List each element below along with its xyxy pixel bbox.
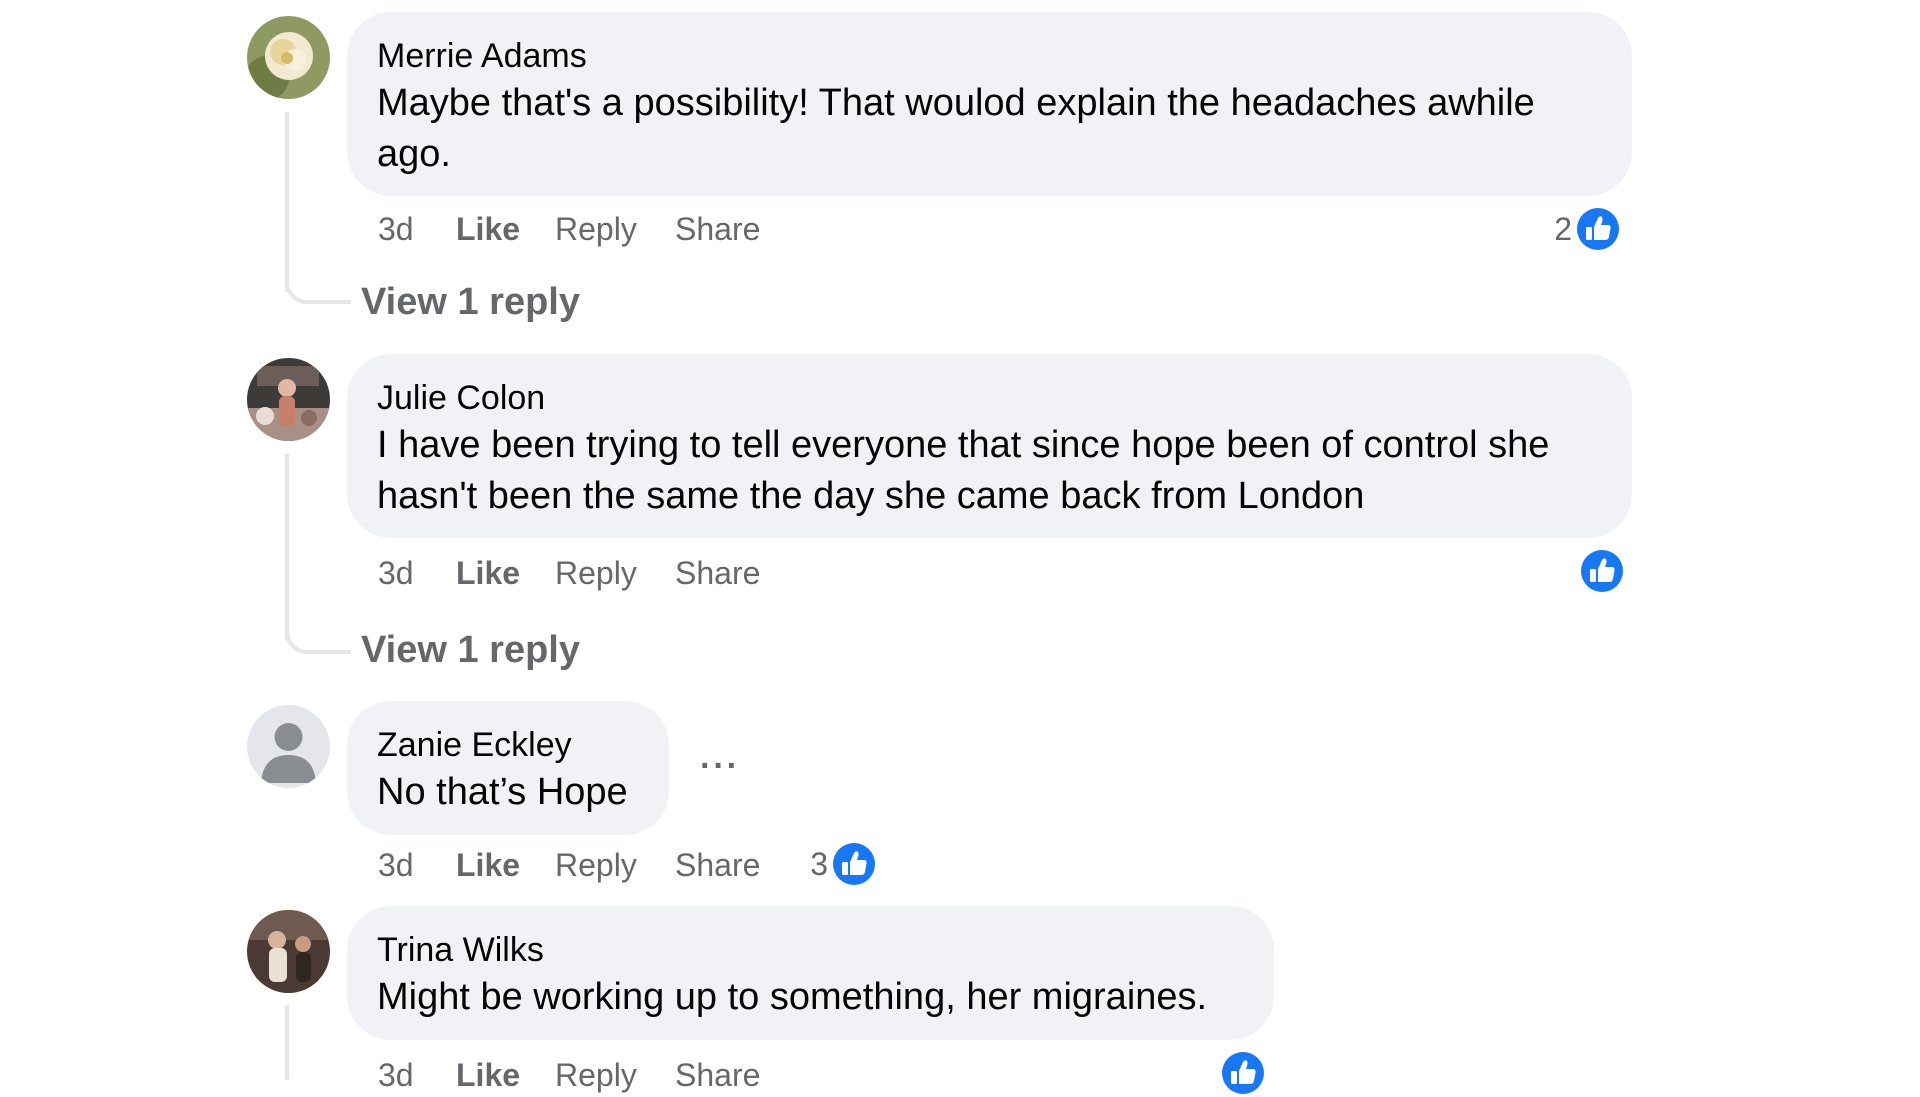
comment-timestamp[interactable]: 3d bbox=[378, 207, 414, 251]
reaction-count: 3 bbox=[810, 846, 828, 882]
comment-author[interactable]: Trina Wilks bbox=[377, 928, 1244, 972]
more-options-button[interactable]: ··· bbox=[700, 746, 740, 786]
share-button[interactable]: Share bbox=[675, 843, 760, 887]
reply-thread-line bbox=[285, 1005, 289, 1080]
reply-thread-elbow bbox=[285, 272, 351, 304]
like-icon bbox=[1579, 548, 1625, 594]
reaction-summary[interactable] bbox=[1526, 547, 1626, 595]
comment-author[interactable]: Merrie Adams bbox=[377, 34, 1602, 78]
share-button[interactable]: Share bbox=[675, 551, 760, 595]
avatar-zanie-eckley[interactable] bbox=[247, 705, 330, 788]
comment-bubble: Merrie Adams Maybe that's a possibility!… bbox=[347, 12, 1632, 196]
comment-bubble: Zanie Eckley No that’s Hope bbox=[347, 701, 669, 835]
comment-author[interactable]: Zanie Eckley bbox=[377, 723, 639, 767]
comment-timestamp[interactable]: 3d bbox=[378, 551, 414, 595]
comment-bubble: Trina Wilks Might be working up to somet… bbox=[347, 906, 1274, 1040]
reply-button[interactable]: Reply bbox=[555, 843, 637, 887]
reply-button[interactable]: Reply bbox=[555, 1053, 637, 1097]
share-button[interactable]: Share bbox=[675, 207, 760, 251]
reaction-count: 2 bbox=[1554, 211, 1572, 247]
like-button[interactable]: Like bbox=[456, 843, 520, 887]
avatar-trina-wilks[interactable] bbox=[247, 910, 330, 993]
comment-bubble: Julie Colon I have been trying to tell e… bbox=[347, 354, 1632, 538]
avatar-julie-colon[interactable] bbox=[247, 358, 330, 441]
comment-timestamp[interactable]: 3d bbox=[378, 1053, 414, 1097]
comment-actions: 3d Like Reply Share bbox=[378, 1053, 878, 1097]
comment-text: Maybe that's a possibility! That woulod … bbox=[377, 82, 1535, 175]
like-icon bbox=[1220, 1050, 1266, 1096]
comment-text: Might be working up to something, her mi… bbox=[377, 976, 1208, 1018]
like-icon bbox=[831, 841, 877, 887]
comment-author[interactable]: Julie Colon bbox=[377, 376, 1602, 420]
like-button[interactable]: Like bbox=[456, 1053, 520, 1097]
comments-panel: Merrie Adams Maybe that's a possibility!… bbox=[0, 0, 1920, 1096]
comment-actions: 3d Like Reply Share bbox=[378, 551, 878, 595]
reaction-summary[interactable]: 3 bbox=[778, 840, 878, 888]
view-replies-link[interactable]: View 1 reply bbox=[361, 278, 580, 326]
reply-thread-line bbox=[285, 454, 289, 640]
reply-button[interactable]: Reply bbox=[555, 207, 637, 251]
comment-text: I have been trying to tell everyone that… bbox=[377, 424, 1550, 517]
like-button[interactable]: Like bbox=[456, 551, 520, 595]
like-button[interactable]: Like bbox=[456, 207, 520, 251]
comment-timestamp[interactable]: 3d bbox=[378, 843, 414, 887]
reply-button[interactable]: Reply bbox=[555, 551, 637, 595]
comment-text: No that’s Hope bbox=[377, 771, 628, 813]
comment-actions: 3d Like Reply Share bbox=[378, 207, 878, 251]
reply-thread-line bbox=[285, 112, 289, 292]
like-icon bbox=[1575, 206, 1621, 252]
share-button[interactable]: Share bbox=[675, 1053, 760, 1097]
reply-thread-elbow bbox=[285, 622, 351, 654]
avatar-merrie-adams[interactable] bbox=[247, 16, 330, 99]
reaction-summary[interactable]: 2 bbox=[1522, 205, 1622, 253]
view-replies-link[interactable]: View 1 reply bbox=[361, 626, 580, 674]
reaction-summary[interactable] bbox=[1167, 1049, 1267, 1097]
